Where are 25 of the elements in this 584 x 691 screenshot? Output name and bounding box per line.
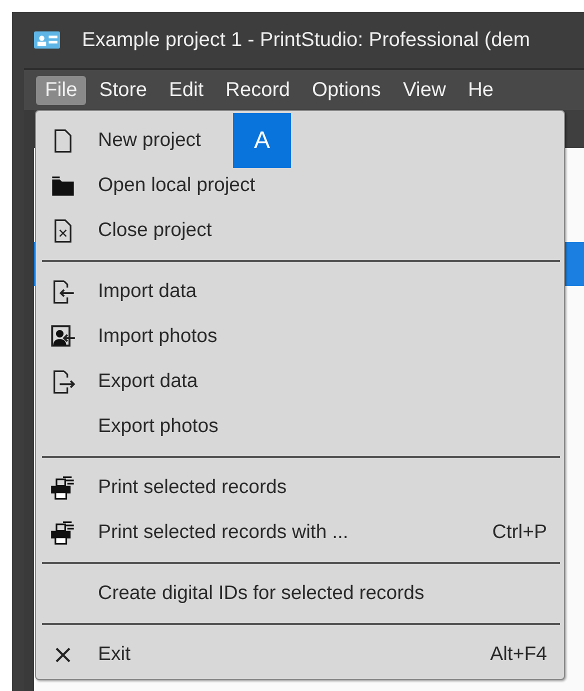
printer-icon <box>50 474 76 500</box>
menu-option[interactable]: Print selected records <box>98 476 287 499</box>
menu-item[interactable]: View <box>394 76 455 104</box>
window-title: Example project 1 - PrintStudio: Professional (dem <box>82 28 530 52</box>
person-arrow-icon <box>50 324 76 350</box>
menu-item[interactable]: Store <box>90 76 156 104</box>
menu-option[interactable]: Create digital IDs for selected records <box>98 582 424 605</box>
menu-option[interactable]: Export photos <box>98 415 218 438</box>
menu-option[interactable]: New project <box>98 129 201 152</box>
menu-item[interactable]: He <box>458 76 503 104</box>
menu-option[interactable]: Print selected records with ... <box>98 521 348 544</box>
menu-option[interactable]: Open local project <box>98 174 256 197</box>
printer-icon <box>50 520 76 546</box>
menu-option[interactable]: Import data <box>98 280 197 303</box>
menu-item[interactable]: Record <box>216 76 299 104</box>
shortcut-text: Alt+F4 <box>490 643 547 666</box>
menu-item[interactable]: Options <box>303 76 390 104</box>
menu-item[interactable]: Edit <box>160 76 213 104</box>
id-card-icon <box>34 31 60 49</box>
shortcut-text: Ctrl+P <box>492 521 547 544</box>
callout-label: A <box>233 113 291 168</box>
menu-option[interactable]: Close project <box>98 219 212 242</box>
menu-option[interactable]: Exit <box>98 643 131 666</box>
menu-option[interactable]: Import photos <box>98 325 218 348</box>
menu-option[interactable]: Export data <box>98 370 198 393</box>
